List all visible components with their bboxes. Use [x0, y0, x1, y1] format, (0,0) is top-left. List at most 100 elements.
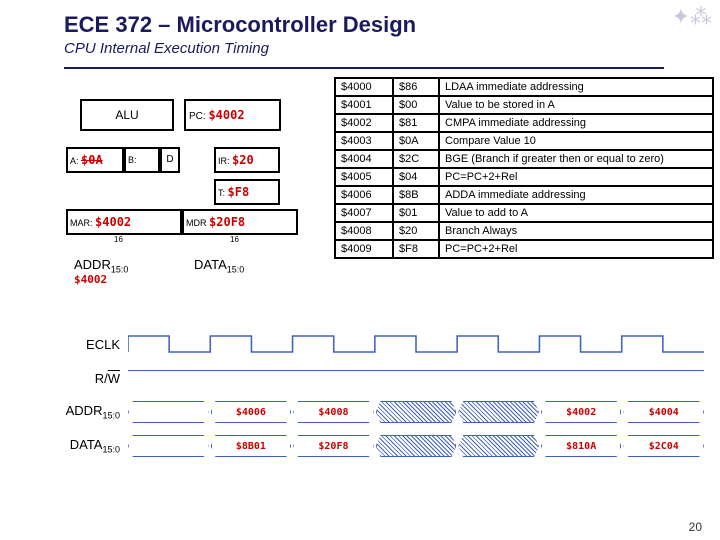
memory-cell-op: $86 [393, 78, 439, 96]
memory-cell-desc: LDAA immediate addressing [439, 78, 713, 96]
data-bus-label: DATA15:0 [194, 257, 244, 275]
memory-row: $4007$01Value to add to A [335, 204, 713, 222]
eclk-label: ECLK [44, 337, 128, 352]
t-label: T: [218, 188, 225, 198]
memory-cell-desc: ADDA immediate addressing [439, 186, 713, 204]
bus-cycle: $4006 [211, 401, 292, 423]
data-bus-sub: 15:0 [227, 265, 245, 275]
memory-row: $4004$2CBGE (Branch if greater then or e… [335, 150, 713, 168]
mar-bus-width: 16 [114, 235, 123, 244]
bus-cycle [376, 435, 457, 457]
memory-cell-addr: $4004 [335, 150, 393, 168]
memory-cell-addr: $4008 [335, 222, 393, 240]
ir-value: $20 [232, 153, 254, 167]
memory-cell-addr: $4005 [335, 168, 393, 186]
a-label: A: [70, 156, 79, 166]
memory-row: $4005$04PC=PC+2+Rel [335, 168, 713, 186]
bus-cycle: $810A [541, 435, 622, 457]
memory-table: $4000$86LDAA immediate addressing$4001$0… [334, 77, 714, 259]
memory-row: $4008$20Branch Always [335, 222, 713, 240]
t-value: $F8 [228, 185, 250, 199]
memory-cell-op: $8B [393, 186, 439, 204]
memory-cell-desc: PC=PC+2+Rel [439, 240, 713, 258]
addr-bus-label: ADDR15:0 [74, 257, 128, 275]
memory-cell-desc: BGE (Branch if greater then or equal to … [439, 150, 713, 168]
bus-cycle: $2C04 [623, 435, 704, 457]
memory-cell-op: $04 [393, 168, 439, 186]
memory-cell-desc: PC=PC+2+Rel [439, 168, 713, 186]
memory-row: $4003$0ACompare Value 10 [335, 132, 713, 150]
page-subtitle: CPU Internal Execution Timing [64, 40, 696, 57]
memory-cell-op: $0A [393, 132, 439, 150]
memory-cell-addr: $4007 [335, 204, 393, 222]
pc-label: PC: [189, 111, 206, 122]
addr-bus-sub: 15:0 [111, 265, 129, 275]
addr-wave-sub: 15:0 [102, 411, 120, 421]
data-wave: $8B01$20F8 $810A$2C04 [128, 432, 704, 460]
eclk-wave [128, 330, 704, 358]
memory-cell-op: $00 [393, 96, 439, 114]
data-wave-label: DATA15:0 [44, 437, 128, 455]
bus-cycle [128, 435, 209, 457]
memory-cell-desc: Value to be stored in A [439, 96, 713, 114]
bus-cycle [458, 435, 539, 457]
memory-cell-op: $20 [393, 222, 439, 240]
bus-cycle: $4004 [623, 401, 704, 423]
bus-cycle [128, 401, 209, 423]
t-box: T: $F8 [214, 179, 280, 205]
mdr-label: MDR [186, 218, 207, 228]
mdr-box: MDR $20F8 [182, 209, 298, 235]
addr-wave-label: ADDR15:0 [44, 403, 128, 421]
data-wave-text: DATA [70, 437, 103, 452]
bus-cycle: $4002 [541, 401, 622, 423]
bus-cycle [458, 401, 539, 423]
data-bus-text: DATA [194, 257, 227, 272]
addr-wave: $4006$4008 $4002$4004 [128, 398, 704, 426]
page-title: ECE 372 – Microcontroller Design [64, 12, 696, 38]
memory-cell-op: $F8 [393, 240, 439, 258]
memory-cell-addr: $4006 [335, 186, 393, 204]
addr-bus-text: ADDR [74, 257, 111, 272]
memory-cell-desc: CMPA immediate addressing [439, 114, 713, 132]
rw-label: R/W [44, 371, 128, 386]
memory-cell-addr: $4002 [335, 114, 393, 132]
rw-wave [128, 364, 704, 392]
d-reg-box: D [160, 147, 180, 173]
b-reg-box: B: [124, 147, 160, 173]
memory-row: $4001$00Value to be stored in A [335, 96, 713, 114]
data-wave-sub: 15:0 [102, 445, 120, 455]
title-rule [64, 67, 664, 69]
cpu-diagram: ALU PC: $4002 A: $0A B: D IR: $20 T: $F8… [54, 77, 314, 297]
memory-cell-addr: $4009 [335, 240, 393, 258]
bus-cycle [376, 401, 457, 423]
memory-cell-addr: $4003 [335, 132, 393, 150]
addr-bus-value: $4002 [74, 273, 107, 286]
ir-box: IR: $20 [214, 147, 280, 173]
memory-row: $4000$86LDAA immediate addressing [335, 78, 713, 96]
memory-row: $4009$F8PC=PC+2+Rel [335, 240, 713, 258]
memory-cell-op: $2C [393, 150, 439, 168]
mdr-bus-width: 16 [230, 235, 239, 244]
waveform-block: ECLK R/W ADDR15:0 $4006$4008$4002$4004 [44, 327, 704, 463]
mdr-value: $20F8 [209, 215, 245, 229]
mar-label: MAR: [70, 218, 93, 228]
bus-cycle: $4008 [293, 401, 374, 423]
pc-value: $4002 [208, 108, 244, 122]
bus-cycle: $20F8 [293, 435, 374, 457]
memory-cell-addr: $4000 [335, 78, 393, 96]
memory-cell-op: $81 [393, 114, 439, 132]
memory-cell-desc: Compare Value 10 [439, 132, 713, 150]
memory-cell-desc: Value to add to A [439, 204, 713, 222]
page-number: 20 [689, 520, 702, 534]
memory-row: $4006$8BADDA immediate addressing [335, 186, 713, 204]
addr-wave-text: ADDR [66, 403, 103, 418]
bus-cycle: $8B01 [211, 435, 292, 457]
alu-box: ALU [80, 99, 174, 131]
memory-cell-addr: $4001 [335, 96, 393, 114]
a-reg-box: A: $0A [66, 147, 124, 173]
a-value: $0A [81, 153, 103, 167]
ir-label: IR: [218, 156, 230, 166]
memory-cell-desc: Branch Always [439, 222, 713, 240]
memory-cell-op: $01 [393, 204, 439, 222]
mar-box: MAR: $4002 [66, 209, 182, 235]
